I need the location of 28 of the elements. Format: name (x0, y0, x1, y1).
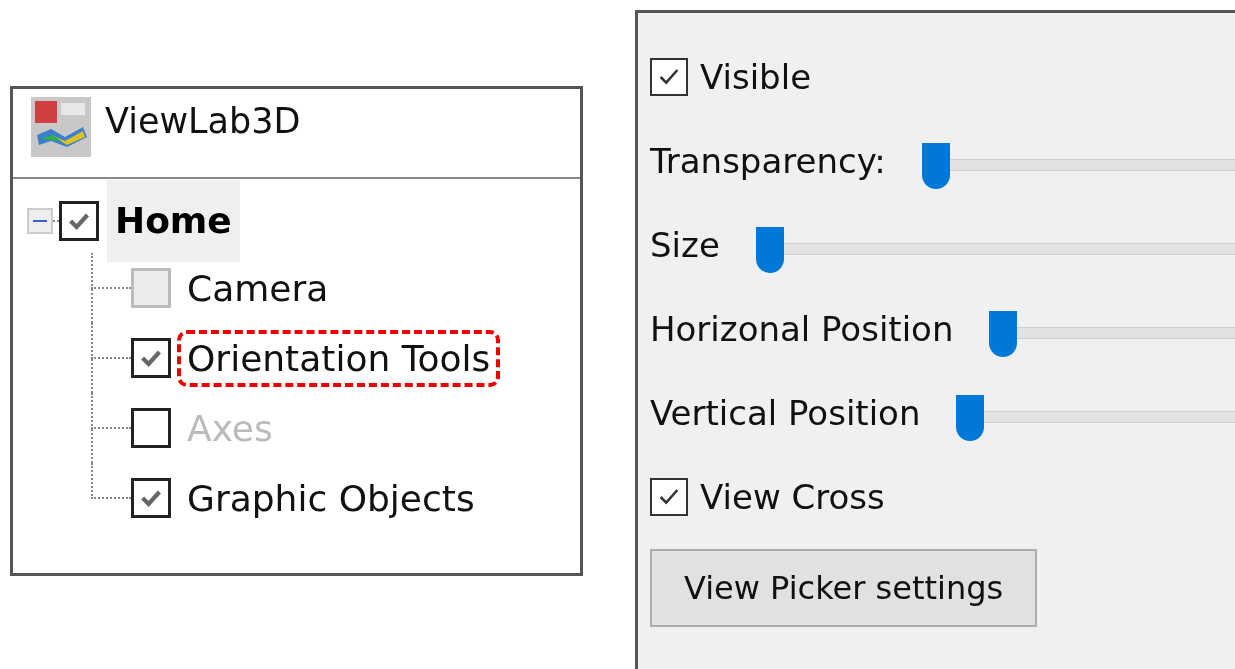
slider[interactable] (989, 311, 1235, 357)
app-logo-icon (31, 97, 91, 157)
tree-item[interactable]: Home (107, 180, 240, 262)
slider-thumb[interactable] (921, 143, 950, 189)
slider[interactable] (755, 227, 1235, 273)
slider-thumb[interactable] (755, 227, 784, 273)
checkbox[interactable] (59, 201, 99, 241)
checkbox[interactable] (650, 58, 688, 96)
slider-label: Size (650, 225, 720, 265)
slider-thumb[interactable] (989, 311, 1018, 357)
tree-item[interactable]: Camera (177, 259, 339, 317)
slider-thumb[interactable] (956, 395, 985, 441)
checkbox[interactable] (131, 408, 171, 448)
collapse-icon[interactable] (27, 208, 53, 234)
app-title: ViewLab3D (105, 101, 301, 141)
slider-label: Horizonal Position (650, 309, 954, 349)
checkbox-label: Visible (700, 57, 812, 97)
slider[interactable] (921, 143, 1235, 189)
slider-label: Vertical Position (650, 393, 921, 433)
tree-item[interactable]: Orientation Tools (177, 329, 501, 387)
tree-item[interactable]: Graphic Objects (177, 469, 485, 527)
slider[interactable] (956, 395, 1235, 441)
view-picker-settings-button[interactable]: View Picker settings (650, 549, 1038, 627)
checkbox[interactable] (131, 478, 171, 518)
checkbox[interactable] (131, 338, 171, 378)
slider-label: Transparency: (650, 141, 886, 181)
checkbox-label: View Cross (700, 477, 885, 517)
checkbox[interactable] (650, 478, 688, 516)
